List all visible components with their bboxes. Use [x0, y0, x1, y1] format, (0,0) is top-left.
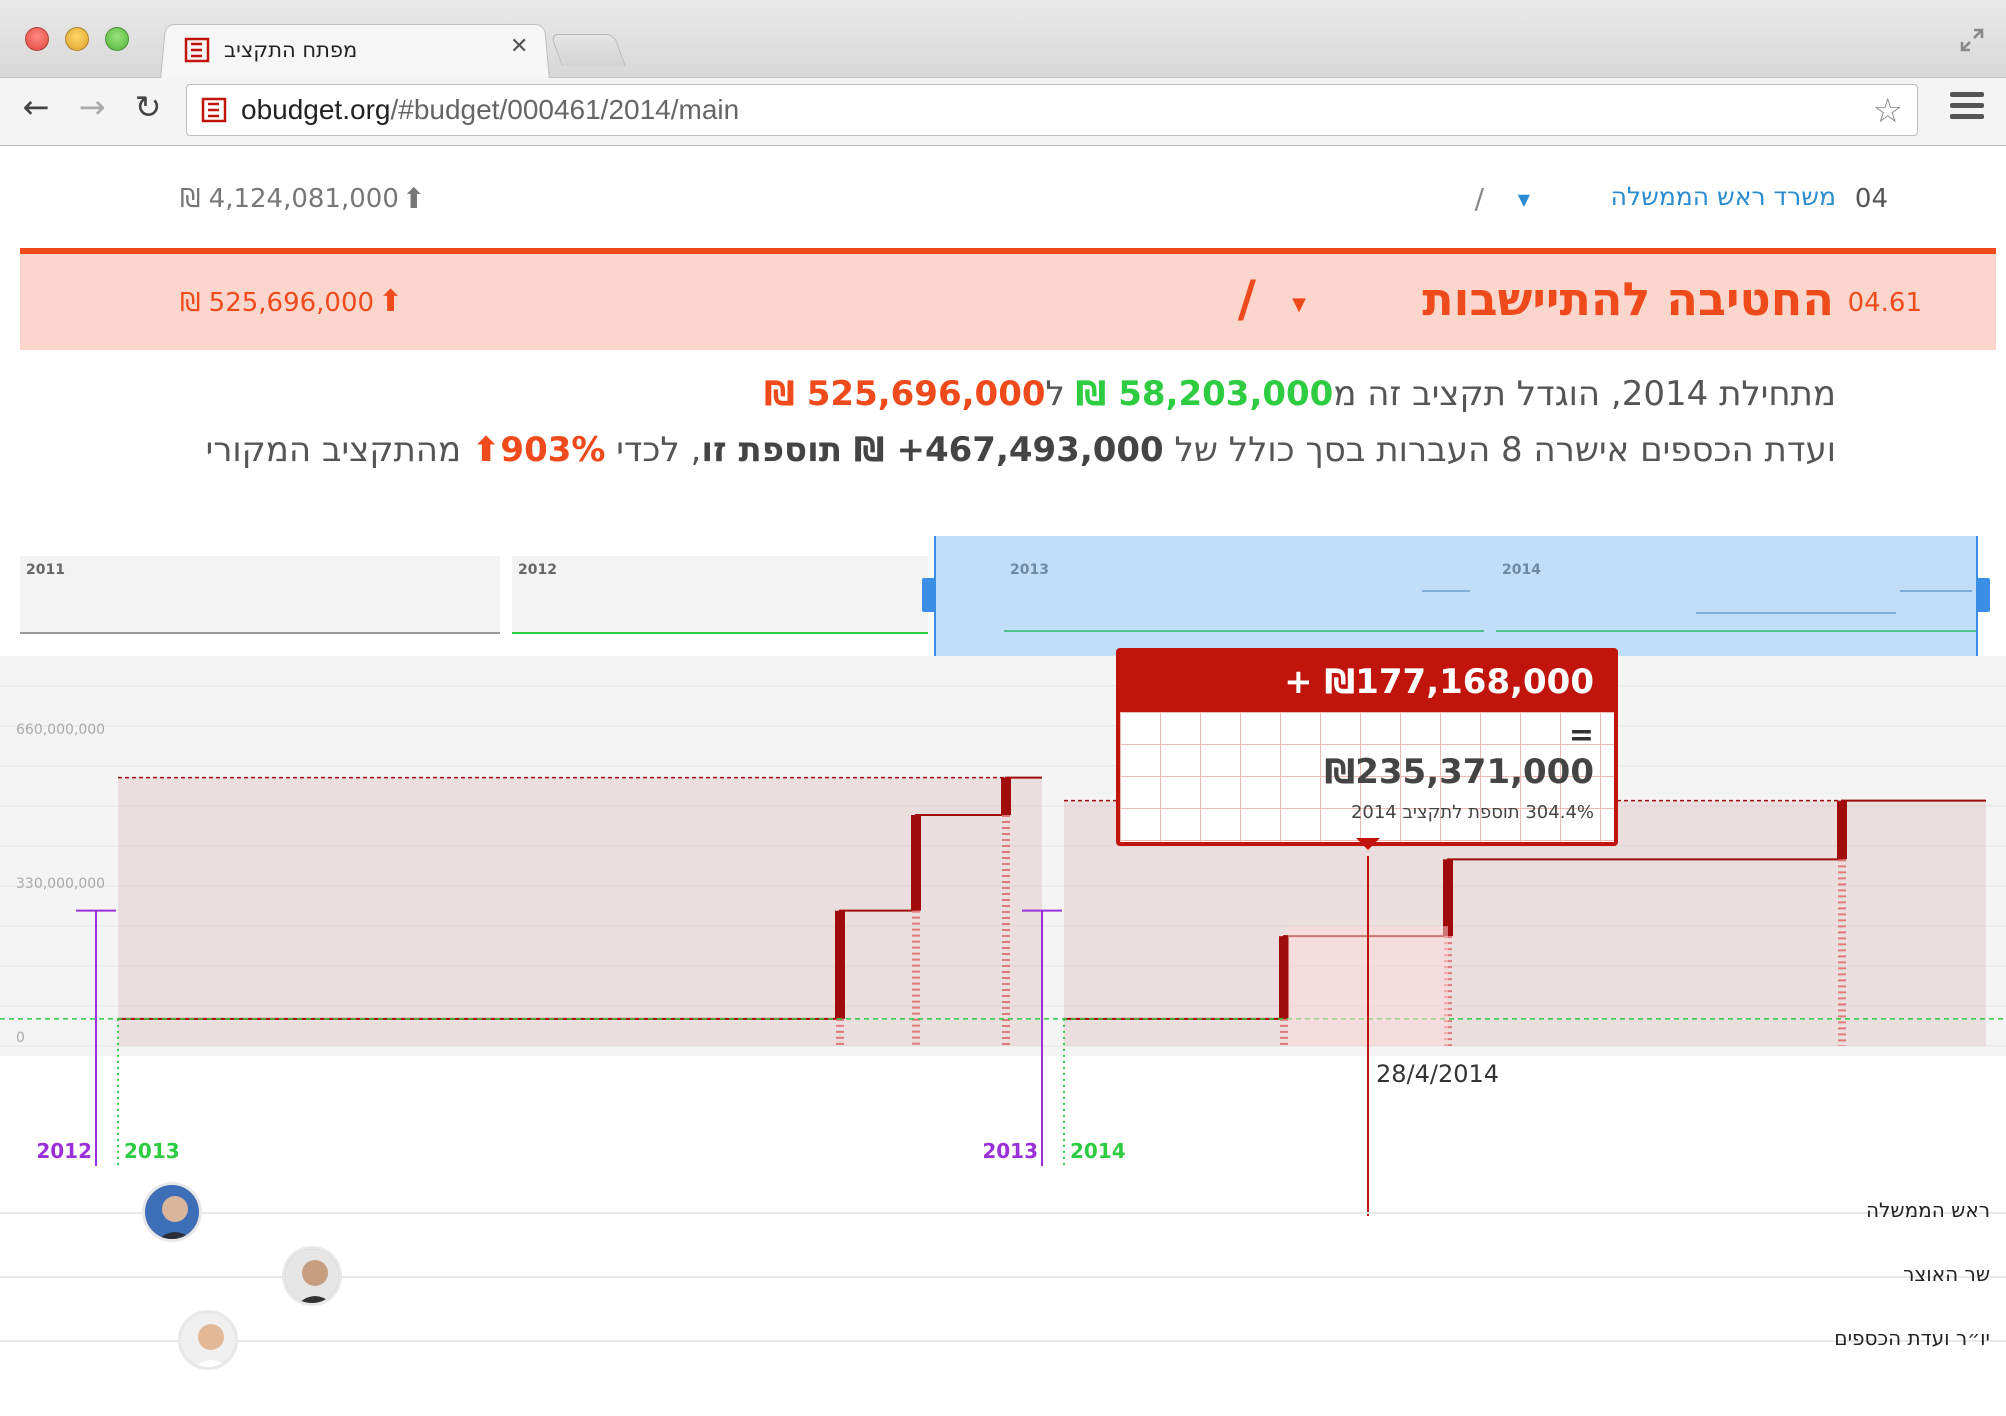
prime-minister-avatar[interactable]: [142, 1182, 202, 1242]
current-up-arrow-icon: ⬆: [378, 284, 404, 319]
parent-dropdown-caret-icon[interactable]: ▼: [1518, 190, 1530, 209]
summary-text-d: , לכדי: [605, 430, 702, 470]
parent-up-arrow-icon: ⬆: [402, 182, 426, 215]
url-path: /#budget/000461/2014/main: [390, 94, 740, 125]
budget-increase-bar: [835, 910, 845, 1019]
summary-text-c: ועדת הכספים אישרה 8 העברות בסך כולל של: [1163, 430, 1836, 470]
url-host: obudget.org: [241, 94, 391, 125]
summary-text-a: מתחילת 2014, הוגדל תקציב זה מ: [1333, 374, 1836, 414]
current-amount-text: 525,696,000 ₪: [764, 374, 1046, 414]
y-tick-label: 660,000,000: [16, 722, 105, 738]
finance-committee-chair-avatar[interactable]: [178, 1310, 238, 1370]
close-tab-icon[interactable]: ✕: [510, 34, 528, 59]
budget-chart[interactable]: 660,000,000 330,000,000 0 2012 2013 2013 2014 2…: [0, 656, 2006, 1216]
person-role-prime-minister: ראש הממשלה: [1865, 1198, 1990, 1222]
address-bar[interactable]: obudget.org/#budget/000461/2014/main ☆: [186, 84, 1918, 136]
parent-separator: /: [1474, 182, 1484, 215]
timeline-year-label: 2012: [518, 562, 557, 578]
boundary-label-prev: 2013: [982, 1139, 1038, 1163]
current-amount: ₪ 525,696,000: [180, 288, 375, 318]
site-favicon-icon: [201, 97, 227, 123]
timeline-year-2012[interactable]: 2012: [512, 556, 928, 634]
tooltip-note: 304.4% תוספת לתקציב 2014: [1350, 802, 1594, 823]
zoom-window-button[interactable]: [105, 27, 129, 51]
y-tick-label: 330,000,000: [16, 876, 105, 892]
person-role-finance-minister: שר האוצר: [1903, 1262, 1990, 1286]
boundary-label-next: 2014: [1070, 1139, 1126, 1163]
summary-line-1: מתחילת 2014, הוגדל תקציב זה מ58,203,000 …: [36, 366, 1836, 422]
current-separator: /: [1237, 270, 1256, 328]
original-amount: 58,203,000 ₪: [1075, 374, 1334, 414]
fullscreen-icon[interactable]: [1958, 26, 1986, 54]
timeline-year-label: 2011: [26, 562, 65, 578]
increase-percent: 903%: [500, 430, 606, 470]
budget-increase-bar: [1837, 800, 1847, 860]
parent-code: 04: [1854, 184, 1888, 214]
page-content: 04 משרד ראש הממשלה ▼ / ₪ 4,124,081,000 ⬆…: [0, 146, 2006, 1416]
tooltip-pointer: [1356, 838, 1380, 850]
browser-titlebar: מפתח התקציב ✕: [0, 0, 2006, 80]
current-code: 04.61: [1847, 288, 1922, 318]
y-tick-label: 0: [16, 1030, 25, 1046]
browser-tab-content[interactable]: מפתח התקציב: [180, 30, 540, 70]
budget-increase-bar: [1443, 859, 1453, 937]
person-role-committee-chair: יו״ר ועדת הכספים: [1834, 1326, 1990, 1350]
tooltip-total: ₪235,371,000: [1324, 752, 1595, 792]
summary-text-b: ל: [1045, 374, 1076, 414]
parent-amount: ₪ 4,124,081,000: [180, 184, 399, 214]
url-text[interactable]: obudget.org/#budget/000461/2014/main: [241, 94, 739, 126]
obudget-logo-icon: [184, 37, 210, 63]
back-icon[interactable]: ←: [16, 88, 56, 126]
minimize-window-button[interactable]: [65, 27, 89, 51]
current-name: החטיבה להתיישבות: [1422, 272, 1834, 326]
tooltip-body: = ₪235,371,000 304.4% תוספת לתקציב 2014: [1120, 712, 1614, 842]
current-dropdown-caret-icon[interactable]: ▼: [1292, 294, 1306, 315]
summary-text-e: מהתקציב המקורי: [205, 430, 472, 470]
tooltip-equals: =: [1568, 718, 1594, 753]
year-panel: [118, 777, 1042, 1046]
person-row-line: [0, 1340, 2006, 1342]
breadcrumb-current: 04.61 החטיבה להתיישבות ▼ / ₪ 525,696,000…: [20, 248, 1996, 350]
forward-icon[interactable]: →: [72, 88, 112, 126]
transfers-total: 467,493,000+ ₪ תוספת זו: [701, 430, 1164, 470]
budget-summary: מתחילת 2014, הוגדל תקציב זה מ58,203,000 …: [36, 366, 1836, 478]
timeline-right-handle[interactable]: [1976, 578, 1990, 612]
timeline-year-2011[interactable]: 2011: [20, 556, 500, 634]
boundary-label-next: 2013: [124, 1139, 180, 1163]
tab-title: מפתח התקציב: [224, 38, 358, 62]
browser-toolbar: ← → ↻ obudget.org/#budget/000461/2014/ma…: [0, 78, 2006, 146]
close-window-button[interactable]: [25, 27, 49, 51]
tooltip-change-amount: + ₪177,168,000: [1120, 652, 1614, 712]
person-row-line: [0, 1212, 2006, 1214]
budget-increase-bar: [1001, 777, 1011, 815]
breadcrumb-parent: 04 משרד ראש הממשלה ▼ / ₪ 4,124,081,000 ⬆: [0, 182, 2006, 232]
budget-chart-svg[interactable]: 660,000,000 330,000,000 0 2012 2013 2013 2014 2…: [0, 656, 2006, 1216]
change-tooltip: + ₪177,168,000 = ₪235,371,000 304.4% תוס…: [1116, 648, 1618, 850]
parent-name-link[interactable]: משרד ראש הממשלה: [1611, 182, 1836, 211]
increase-arrow-icon: ⬆: [471, 430, 501, 470]
bookmark-star-icon[interactable]: ☆: [1873, 91, 1903, 131]
budget-increase-bar: [911, 815, 921, 911]
timeline-selection[interactable]: [934, 536, 1978, 656]
browser-menu-icon[interactable]: [1950, 92, 1984, 125]
summary-line-2: ועדת הכספים אישרה 8 העברות בסך כולל של 4…: [36, 422, 1836, 478]
boundary-label-prev: 2012: [36, 1139, 92, 1163]
budget-increase-bar: [1279, 936, 1289, 1019]
reload-icon[interactable]: ↻: [128, 88, 168, 126]
finance-minister-avatar[interactable]: [282, 1246, 342, 1306]
new-tab-button[interactable]: [550, 34, 626, 66]
cursor-date-label: 28/4/2014: [1376, 1060, 1499, 1088]
timeline-left-handle[interactable]: [922, 578, 936, 612]
timeline-navigator[interactable]: 2011 2012 2013 2014: [0, 536, 2006, 656]
